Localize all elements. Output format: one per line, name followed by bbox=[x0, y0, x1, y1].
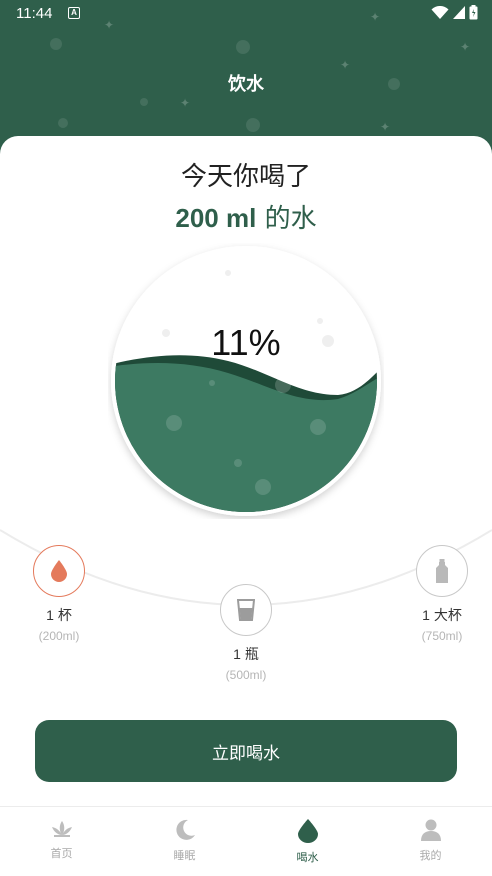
intake-amount-suffix: 的水 bbox=[256, 204, 317, 234]
signal-icon bbox=[453, 6, 465, 19]
progress-percent: 11% bbox=[211, 322, 281, 363]
status-time: 11:44 bbox=[16, 5, 53, 22]
notification-icon: A bbox=[68, 7, 80, 19]
option-large-cup-circle[interactable] bbox=[416, 545, 468, 597]
bottle-icon bbox=[436, 559, 448, 583]
option-bottle[interactable]: 1 瓶 (500ml) bbox=[210, 584, 282, 682]
lotus-icon bbox=[51, 821, 72, 837]
today-intake-amount: 200 ml 的水 bbox=[0, 198, 492, 235]
option-large-cup[interactable]: 1 大杯 (750ml) bbox=[402, 545, 482, 643]
wifi-icon bbox=[431, 5, 449, 19]
tab-home[interactable]: 首页 bbox=[0, 807, 123, 876]
tab-drink-label: 喝水 bbox=[296, 851, 319, 864]
option-bottle-circle[interactable] bbox=[220, 584, 272, 636]
today-intake-label: 今天你喝了 bbox=[180, 162, 311, 192]
water-drop-icon bbox=[51, 560, 67, 582]
person-icon bbox=[420, 819, 441, 841]
bottom-tab-bar: 首页 睡眠 喝水 我的 bbox=[0, 806, 492, 876]
moon-icon bbox=[175, 819, 195, 840]
intake-amount-value: 200 ml bbox=[175, 203, 257, 233]
option-bottle-name: 1 瓶 bbox=[233, 646, 259, 662]
drink-now-button[interactable]: 立即喝水 bbox=[35, 720, 457, 782]
status-bar: 11:44 A bbox=[0, 0, 492, 28]
battery-icon bbox=[469, 5, 478, 20]
option-large-cup-volume: (750ml) bbox=[421, 629, 463, 643]
tab-home-label: 首页 bbox=[50, 847, 73, 860]
water-drop-icon bbox=[297, 819, 318, 843]
tab-profile[interactable]: 我的 bbox=[369, 807, 492, 876]
tab-sleep[interactable]: 睡眠 bbox=[123, 807, 246, 876]
option-bottle-volume: (500ml) bbox=[225, 668, 267, 682]
option-cup-volume: (200ml) bbox=[38, 629, 80, 643]
option-cup[interactable]: 1 杯 (200ml) bbox=[24, 545, 94, 643]
option-cup-name: 1 杯 bbox=[46, 607, 72, 623]
glass-icon bbox=[237, 599, 255, 621]
water-progress-gauge bbox=[111, 246, 381, 516]
tab-drink[interactable]: 喝水 bbox=[246, 807, 369, 876]
option-large-cup-name: 1 大杯 bbox=[422, 607, 462, 623]
option-cup-circle[interactable] bbox=[33, 545, 85, 597]
page-title: 饮水 bbox=[228, 74, 264, 95]
tab-sleep-label: 睡眠 bbox=[173, 849, 196, 862]
status-icons bbox=[431, 5, 478, 20]
tab-profile-label: 我的 bbox=[419, 849, 442, 862]
